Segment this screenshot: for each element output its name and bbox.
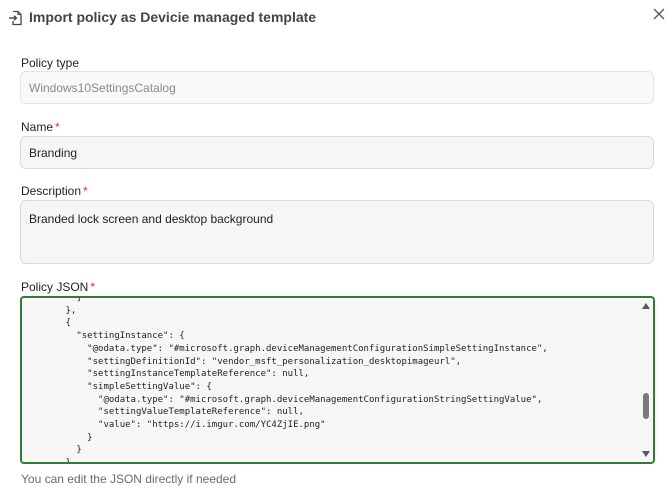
scrollbar-thumb[interactable] — [643, 393, 649, 419]
required-marker: * — [83, 184, 88, 198]
description-label: Description * — [21, 184, 88, 198]
policy-json-help-text: You can edit the JSON directly if needed — [21, 472, 237, 486]
policy-type-label-text: Policy type — [21, 56, 80, 70]
policy-type-label: Policy type — [21, 56, 79, 70]
import-icon — [9, 10, 22, 26]
policy-json-label: Policy JSON * — [21, 280, 95, 294]
policy-json-label-text: Policy JSON — [21, 280, 89, 294]
close-icon[interactable] — [652, 7, 666, 21]
description-label-text: Description — [21, 184, 82, 198]
name-field[interactable] — [20, 136, 654, 169]
policy-json-code[interactable]: ] }, { "settingInstance": { "@odata.type… — [33, 298, 548, 462]
name-label: Name * — [21, 120, 60, 134]
policy-json-editor[interactable]: ] }, { "settingInstance": { "@odata.type… — [20, 296, 655, 464]
dialog-title: Import policy as Devicie managed templat… — [29, 9, 317, 25]
scroll-down-arrow-icon[interactable] — [642, 451, 650, 457]
description-field[interactable]: Branded lock screen and desktop backgrou… — [20, 200, 654, 264]
name-label-text: Name — [21, 120, 54, 134]
policy-type-field — [20, 71, 654, 104]
required-marker: * — [55, 120, 60, 134]
scroll-up-arrow-icon[interactable] — [642, 303, 650, 309]
required-marker: * — [90, 280, 96, 294]
json-scrollbar[interactable] — [640, 299, 652, 462]
dialog-header: Import policy as Devicie managed templat… — [8, 8, 662, 30]
